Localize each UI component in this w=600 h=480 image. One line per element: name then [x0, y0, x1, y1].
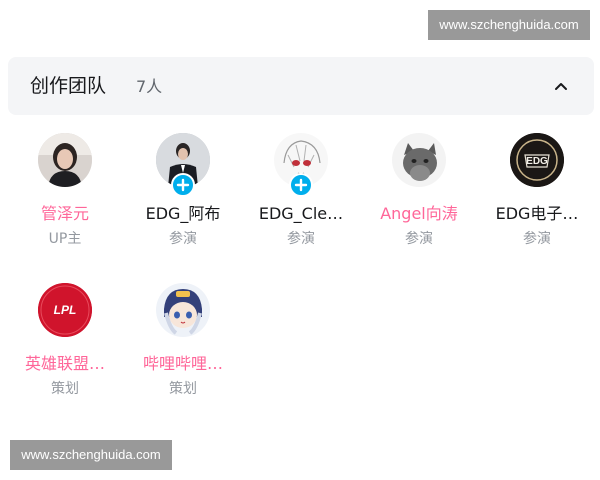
member-role: 策划	[169, 381, 197, 397]
watermark-top: www.szchenghuida.com	[428, 10, 590, 40]
member-name[interactable]: Angel向涛	[360, 203, 478, 225]
member-name[interactable]: 管泽元	[6, 203, 124, 225]
follow-badge[interactable]	[289, 173, 313, 197]
member-card[interactable]: Angel向涛 参演	[360, 133, 478, 273]
member-role: 参演	[169, 231, 197, 247]
chevron-up-icon	[548, 73, 574, 99]
avatar[interactable]: LPL	[38, 283, 92, 337]
svg-text:EDG: EDG	[526, 156, 548, 167]
member-name[interactable]: EDG_阿布	[124, 203, 242, 225]
member-name[interactable]: EDG电子…	[478, 203, 596, 225]
member-card[interactable]: EDG EDG电子… 参演	[478, 133, 596, 273]
plus-icon	[294, 178, 308, 192]
avatar[interactable]	[38, 133, 92, 187]
anime-girl-avatar	[156, 283, 210, 337]
member-card[interactable]: 管泽元 UP主	[6, 133, 124, 273]
collapse-button[interactable]	[548, 73, 574, 99]
person-photo-avatar	[38, 133, 92, 187]
svg-text:LPL: LPL	[54, 303, 77, 317]
panel-title: 创作团队	[30, 75, 107, 97]
avatar[interactable]	[156, 283, 210, 337]
member-role: 策划	[51, 381, 79, 397]
follow-badge[interactable]	[171, 173, 195, 197]
member-card[interactable]: LPL 英雄联盟… 策划	[6, 283, 124, 423]
creator-team-header[interactable]: 创作团队 7人	[8, 57, 594, 115]
member-card[interactable]: EDG_阿布 参演	[124, 133, 242, 273]
avatar[interactable]	[274, 133, 328, 197]
member-count: 7人	[136, 77, 163, 96]
member-role: 参演	[287, 231, 315, 247]
member-name[interactable]: 哔哩哔哩…	[124, 353, 242, 375]
plus-icon	[176, 178, 190, 192]
lpl-logo-avatar: LPL	[38, 283, 92, 337]
member-role: 参演	[405, 231, 433, 247]
member-card[interactable]: EDG_Cle… 参演	[242, 133, 360, 273]
member-role: UP主	[48, 231, 82, 247]
member-name[interactable]: EDG_Cle…	[242, 203, 360, 225]
member-card[interactable]: 哔哩哔哩… 策划	[124, 283, 242, 423]
member-role: 参演	[523, 231, 551, 247]
avatar[interactable]	[392, 133, 446, 187]
edg-logo-avatar: EDG	[510, 133, 564, 187]
cat-avatar	[392, 133, 446, 187]
avatar[interactable]: EDG	[510, 133, 564, 187]
member-name[interactable]: 英雄联盟…	[6, 353, 124, 375]
avatar[interactable]	[156, 133, 210, 197]
watermark-bottom: www.szchenghuida.com	[10, 440, 172, 470]
